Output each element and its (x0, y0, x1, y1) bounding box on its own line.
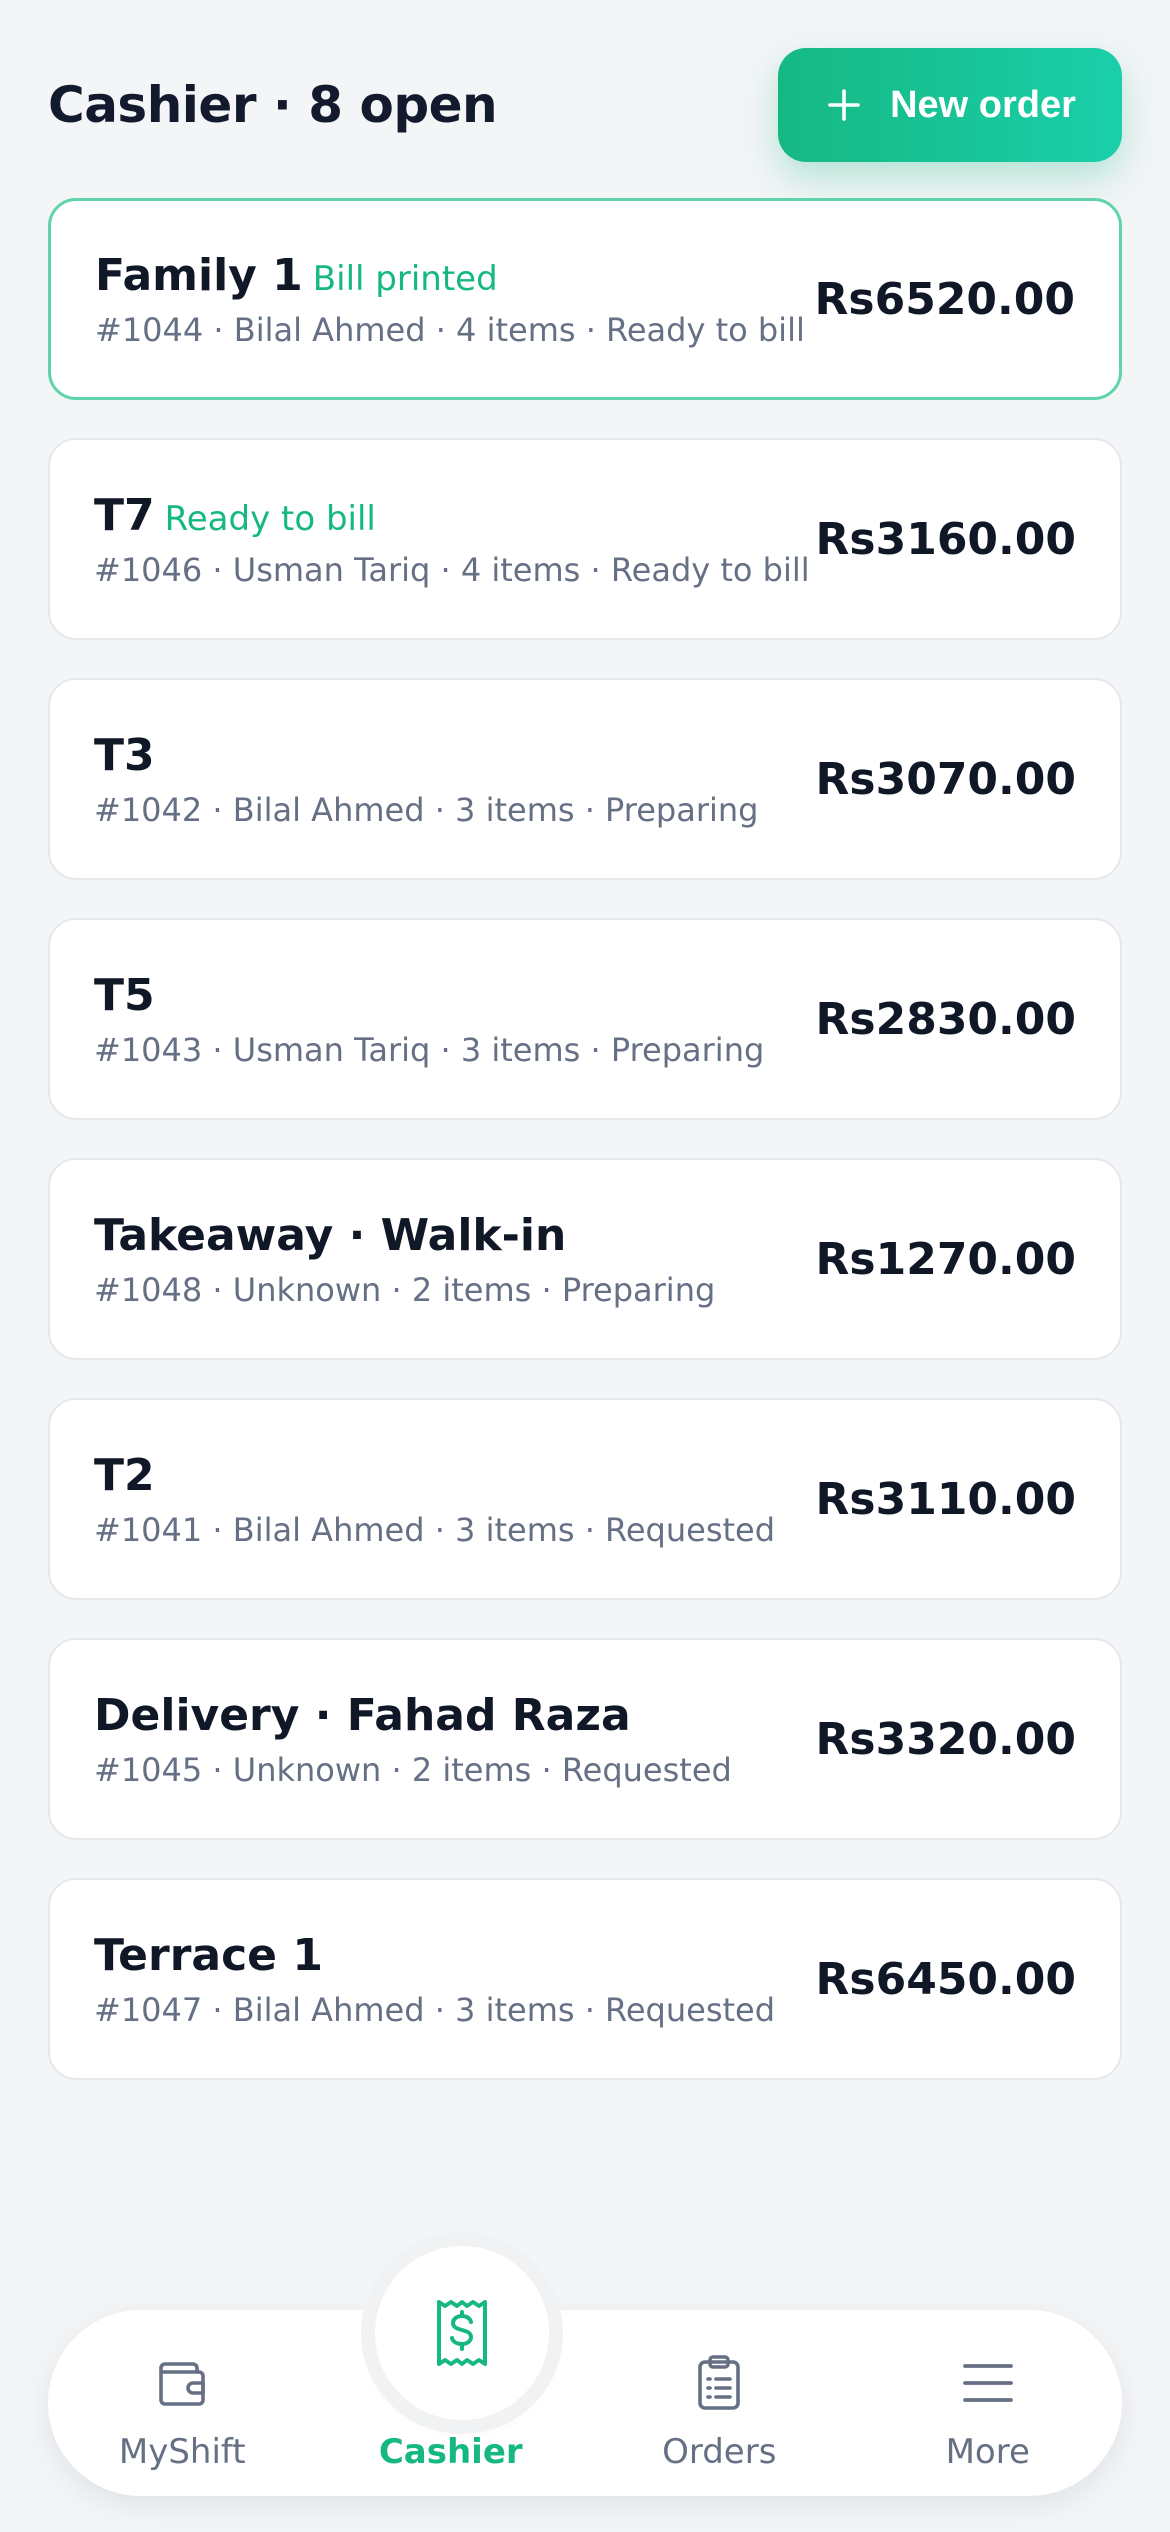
nav-label: Orders (662, 2432, 777, 2472)
cashier-screen: Cashier · 8 open New order Family 1 Bill… (0, 0, 1170, 2532)
order-meta: #1047 · Bilal Ahmed · 3 items · Requeste… (94, 1990, 776, 2029)
receipt-dollar-icon (437, 2300, 487, 2366)
order-meta: #1046 · Usman Tariq · 4 items · Ready to… (94, 550, 810, 589)
order-card-1044[interactable]: Family 1 Bill printed #1044 · Bilal Ahme… (48, 198, 1122, 400)
order-amount: Rs2830.00 (815, 993, 1076, 1045)
order-card-1043[interactable]: T5 #1043 · Usman Tariq · 3 items · Prepa… (48, 918, 1122, 1120)
wallet-icon (159, 2362, 206, 2406)
order-table-name: Delivery · Fahad Raza (94, 1689, 631, 1741)
order-table-name: Family 1 (95, 249, 303, 301)
order-status-badge: Ready to bill (164, 498, 376, 539)
order-list: Family 1 Bill printed #1044 · Bilal Ahme… (48, 198, 1122, 2118)
order-amount: Rs6520.00 (814, 273, 1075, 325)
order-amount: Rs3110.00 (815, 1473, 1076, 1525)
order-table-name: T3 (94, 729, 155, 781)
order-table-name: Terrace 1 (94, 1929, 323, 1981)
nav-label: More (945, 2432, 1030, 2472)
order-card-1047[interactable]: Terrace 1 #1047 · Bilal Ahmed · 3 items … (48, 1878, 1122, 2080)
order-table-name: T5 (94, 969, 155, 1021)
order-card-1045[interactable]: Delivery · Fahad Raza #1045 · Unknown · … (48, 1638, 1122, 1840)
order-meta: #1044 · Bilal Ahmed · 4 items · Ready to… (95, 310, 805, 349)
clipboard-list-icon (698, 2355, 741, 2410)
order-meta: #1042 · Bilal Ahmed · 3 items · Preparin… (94, 790, 759, 829)
nav-label: Cashier (378, 2432, 523, 2472)
order-meta: #1043 · Usman Tariq · 3 items · Preparin… (94, 1030, 765, 1069)
order-amount: Rs3160.00 (815, 513, 1076, 565)
order-card-1041[interactable]: T2 #1041 · Bilal Ahmed · 3 items · Reque… (48, 1398, 1122, 1600)
nav-item-myshift[interactable]: MyShift (82, 2334, 282, 2472)
new-order-label: New order (890, 83, 1076, 126)
order-card-1042[interactable]: T3 #1042 · Bilal Ahmed · 3 items · Prepa… (48, 678, 1122, 880)
order-amount: Rs6450.00 (815, 1953, 1076, 2005)
order-meta: #1041 · Bilal Ahmed · 3 items · Requeste… (94, 1510, 776, 1549)
page-title: Cashier · 8 open (48, 76, 498, 134)
order-table-name: Takeaway · Walk-in (94, 1209, 567, 1261)
order-meta: #1045 · Unknown · 2 items · Requested (94, 1750, 732, 1789)
order-meta: #1048 · Unknown · 2 items · Preparing (94, 1270, 716, 1309)
order-table-name: T7 (94, 489, 155, 541)
order-amount: Rs3320.00 (815, 1713, 1076, 1765)
order-amount: Rs1270.00 (815, 1233, 1076, 1285)
nav-item-more[interactable]: More (888, 2334, 1088, 2472)
cashier-fab-button[interactable] (375, 2246, 549, 2420)
menu-icon (962, 2364, 1013, 2402)
order-card-1048[interactable]: Takeaway · Walk-in #1048 · Unknown · 2 i… (48, 1158, 1122, 1360)
nav-label: MyShift (118, 2432, 246, 2472)
order-amount: Rs3070.00 (815, 753, 1076, 805)
order-table-name: T2 (94, 1449, 155, 1501)
new-order-button[interactable]: New order (778, 48, 1122, 162)
plus-icon (828, 89, 860, 121)
header: Cashier · 8 open New order (48, 48, 1122, 162)
order-status-badge: Bill printed (312, 258, 498, 299)
bottom-navigation: MyShift Cashier Orders More (48, 2310, 1122, 2496)
order-card-1046[interactable]: T7 Ready to bill #1046 · Usman Tariq · 4… (48, 438, 1122, 640)
nav-item-orders[interactable]: Orders (619, 2334, 819, 2472)
